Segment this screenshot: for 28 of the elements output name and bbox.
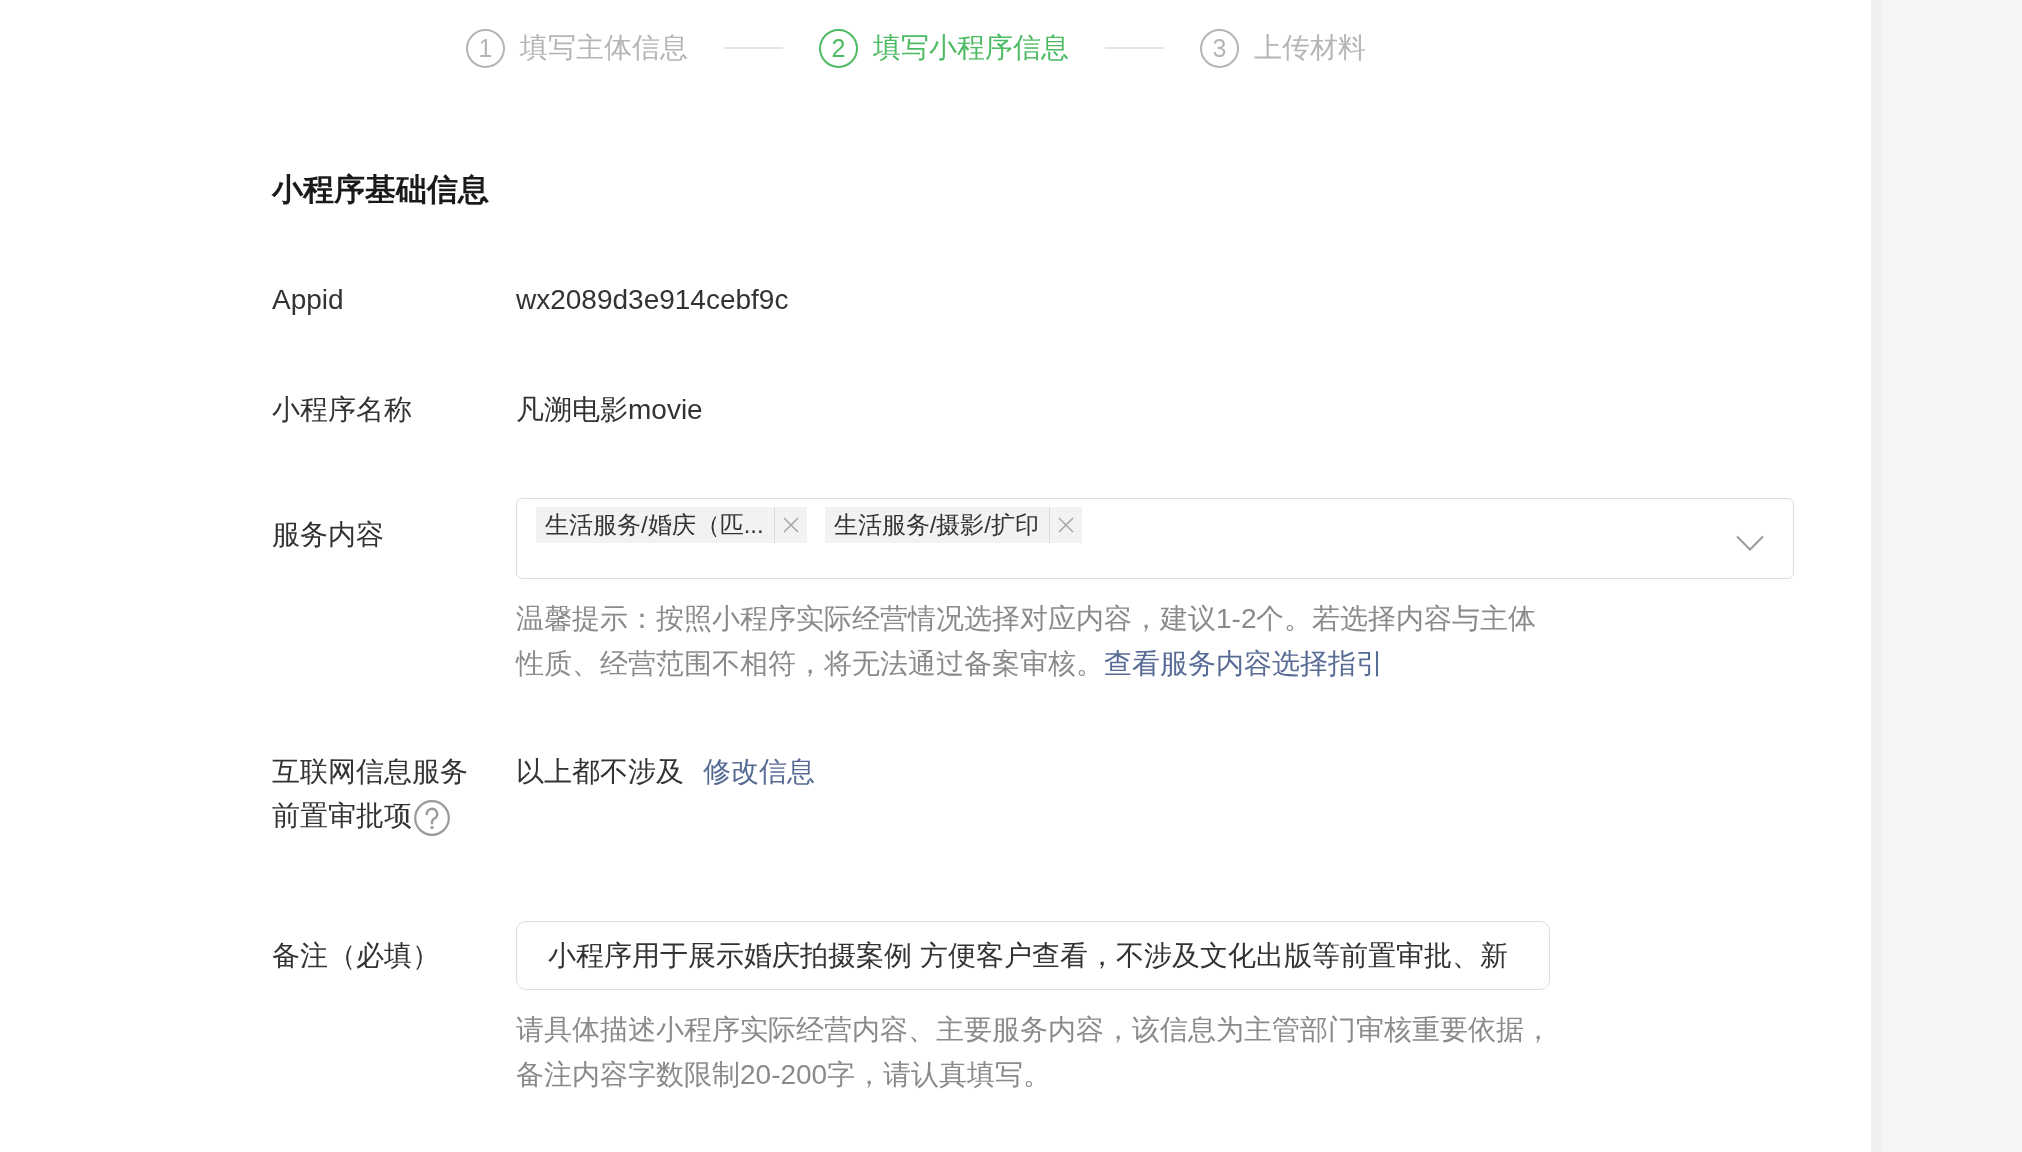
step-number: 3 [1200,28,1239,68]
step-label: 上传材料 [1254,31,1366,65]
step-label: 填写小程序信息 [873,31,1069,65]
field-value: 以上都不涉及 [516,755,684,789]
field-label: 互联网信息服务 [272,755,468,789]
chevron-down-icon [1736,534,1764,551]
field-label: 服务内容 [272,518,384,552]
field-label: 小程序名称 [272,393,412,427]
step-number: 2 [819,28,858,68]
field-value: 凡溯电影movie [516,393,703,427]
tag-label: 生活服务/摄影/扩印 [832,510,1040,540]
close-icon [782,517,799,533]
remark-input[interactable]: 小程序用于展示婚庆拍摄案例 方便客户查看，不涉及文化出版等前置审批、新 [516,921,1550,990]
field-label: 备注（必填） [272,938,440,973]
field-value: wx2089d3e914cebf9c [516,283,789,317]
service-select[interactable]: 生活服务/婚庆（匹... 生活服务/摄影/扩印 [516,498,1794,579]
hint-text: 温馨提示：按照小程序实际经营情况选择对应内容，建议1-2个。若选择内容与主体性质、经营范围不相符，将无法通过备案审核。查看服务内容选择指引 [516,602,1538,681]
edit-link[interactable]: 修改信息 [703,750,815,794]
step-label: 填写主体信息 [520,31,688,65]
hint-text: 请具体描述小程序实际经营内容、主要服务内容，该信息为主管部门审核重要依据，备注内容字数限制20-200字，请认真填写。 [516,1013,1553,1092]
guide-link[interactable]: 查看服务内容选择指引 [1104,648,1384,679]
field-label: Appid [272,283,344,317]
step-number: 1 [466,28,505,68]
field-label: 前置审批项 [272,799,412,833]
close-icon [1058,517,1074,533]
tag-label: 生活服务/婚庆（匹... [544,510,765,540]
section-title: 小程序基础信息 [272,171,489,209]
help-icon[interactable] [414,800,450,836]
